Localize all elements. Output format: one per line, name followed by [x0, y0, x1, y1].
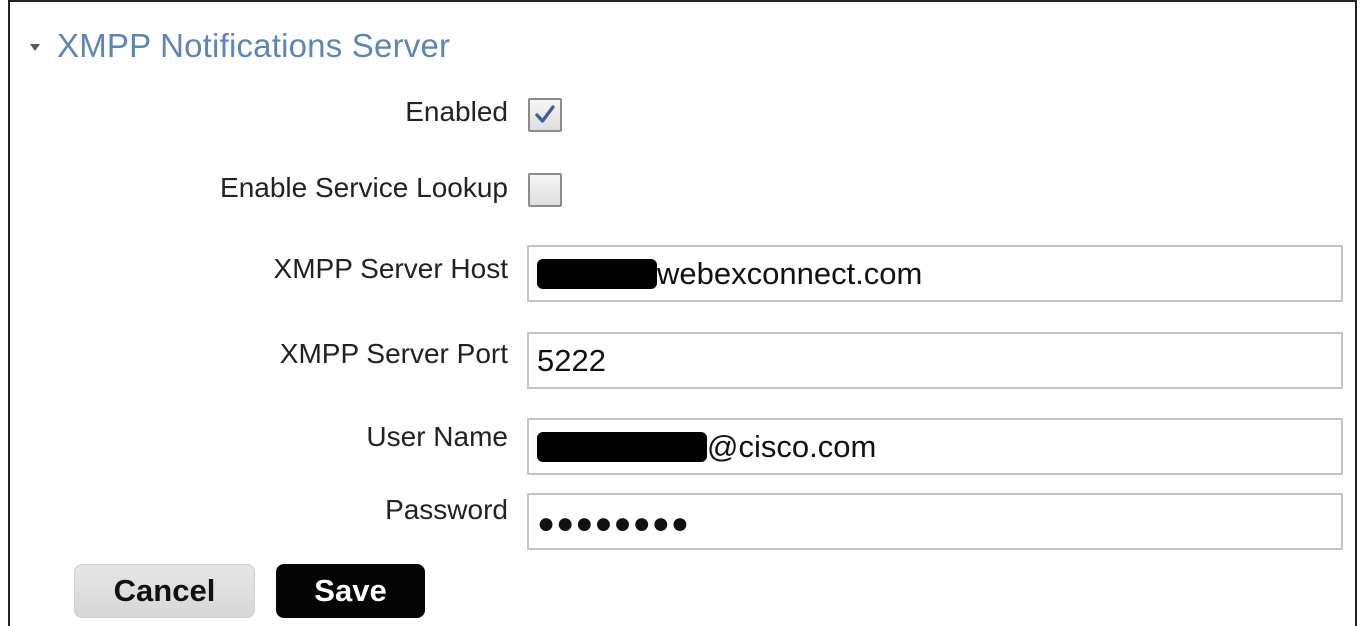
server-host-input[interactable]: webexconnect.com — [527, 245, 1343, 302]
cancel-button[interactable]: Cancel — [74, 564, 255, 618]
service-lookup-checkbox[interactable] — [528, 173, 562, 207]
server-port-value: 5222 — [537, 342, 606, 378]
enabled-label: Enabled — [405, 96, 508, 127]
service-lookup-label: Enable Service Lookup — [220, 172, 508, 203]
checkmark-icon — [535, 105, 555, 123]
password-input[interactable]: ●●●●●●●● — [527, 493, 1343, 550]
save-button[interactable]: Save — [276, 564, 425, 618]
server-host-value: webexconnect.com — [657, 255, 923, 291]
redacted-block — [537, 258, 657, 289]
user-name-value: @cisco.com — [707, 428, 877, 464]
server-port-label: XMPP Server Port — [279, 338, 508, 369]
password-value: ●●●●●●●● — [537, 506, 690, 540]
user-name-label: User Name — [366, 421, 508, 452]
redacted-block — [537, 431, 707, 462]
server-port-input[interactable]: 5222 — [527, 332, 1343, 389]
triangle-down-icon[interactable] — [30, 43, 40, 51]
section-header[interactable]: XMPP Notifications Server — [30, 22, 450, 70]
section-title: XMPP Notifications Server — [57, 27, 451, 64]
password-label: Password — [385, 494, 508, 525]
server-host-label: XMPP Server Host — [273, 253, 508, 284]
enabled-checkbox[interactable] — [528, 98, 562, 132]
user-name-input[interactable]: @cisco.com — [527, 418, 1343, 475]
